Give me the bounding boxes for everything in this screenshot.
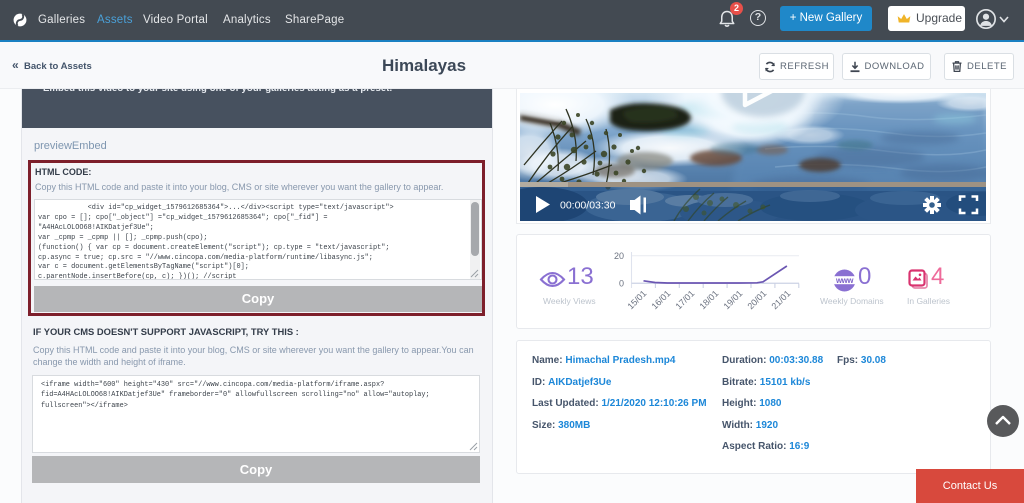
svg-text:19/01: 19/01 bbox=[721, 288, 744, 311]
svg-text:20: 20 bbox=[614, 251, 624, 261]
svg-text:www: www bbox=[835, 276, 854, 285]
svg-text:20/01: 20/01 bbox=[745, 288, 768, 311]
svg-text:18/01: 18/01 bbox=[697, 288, 720, 311]
svg-text:16/01: 16/01 bbox=[649, 288, 672, 311]
svg-text:00:00/03:30: 00:00/03:30 bbox=[560, 200, 616, 212]
svg-text:0: 0 bbox=[619, 279, 624, 289]
svg-text:21/01: 21/01 bbox=[769, 288, 792, 311]
svg-text:17/01: 17/01 bbox=[673, 288, 696, 311]
svg-text:15/01: 15/01 bbox=[625, 288, 648, 311]
